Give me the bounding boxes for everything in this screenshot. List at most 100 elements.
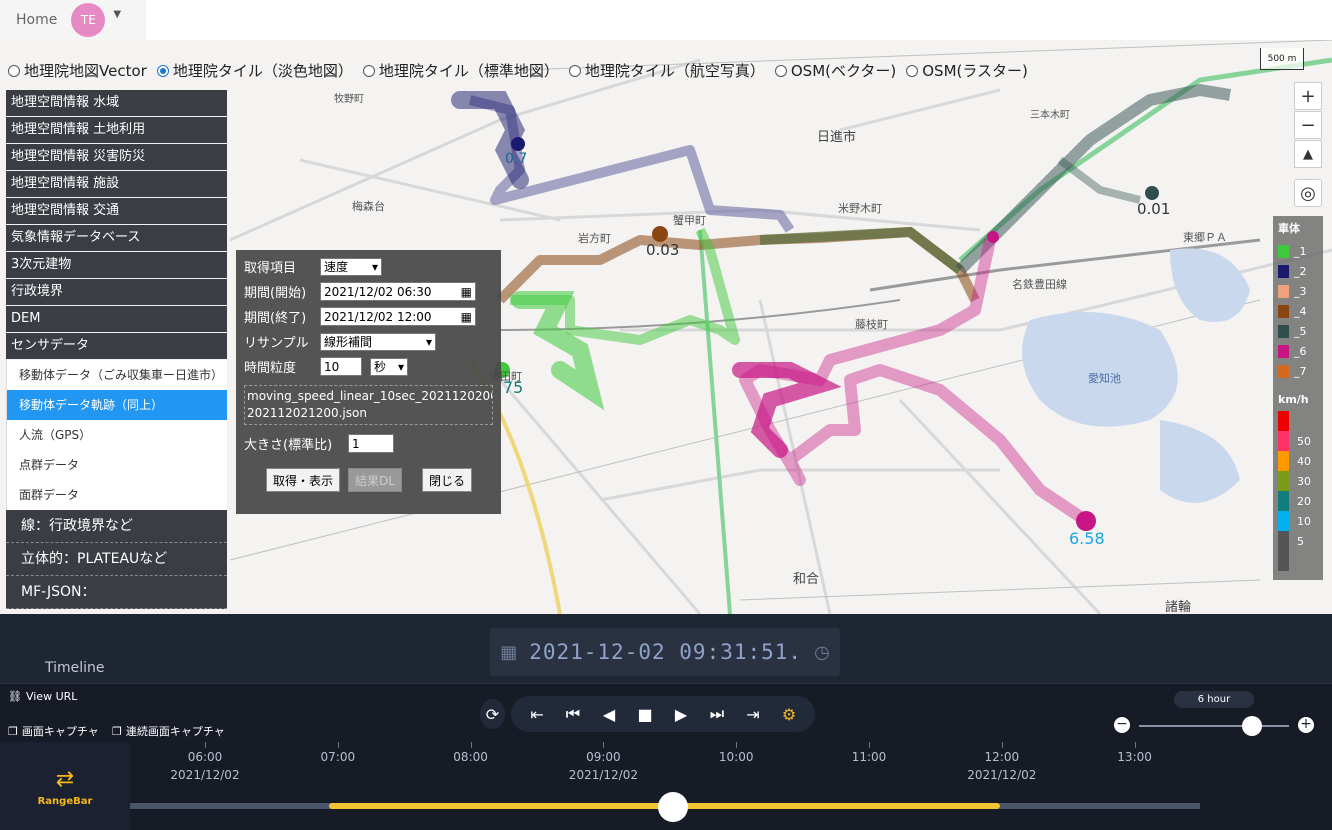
legend-swatch xyxy=(1278,284,1289,298)
start-datetime-input[interactable]: 2021/12/02 06:30 ▦ xyxy=(320,282,476,301)
avatar[interactable]: TE xyxy=(71,3,106,37)
place-label: 米野木町 xyxy=(838,202,882,215)
basemap-option-label: 地理院地図Vector xyxy=(24,62,147,80)
basemap-option-label: 地理院タイル（航空写真） xyxy=(584,62,765,80)
basemap-option[interactable]: OSM(ラスター) xyxy=(906,60,1028,81)
home-link[interactable]: Home xyxy=(16,12,57,28)
granularity-input[interactable]: 10 xyxy=(320,357,362,376)
legend-vehicle-label: _3 xyxy=(1294,284,1307,298)
layer-menu-item[interactable]: 行政境界 xyxy=(6,279,227,305)
map-scale: 500 m xyxy=(1260,48,1304,70)
time-axis[interactable]: 06:00 2021/12/02 07:00 08:00 09:00 2021/12/02… xyxy=(130,742,1200,830)
legend-swatch xyxy=(1278,411,1289,431)
end-datetime-input[interactable]: 2021/12/02 12:00 ▦ xyxy=(320,307,476,326)
radio-button[interactable] xyxy=(774,64,787,77)
place-label: 日進市 xyxy=(817,130,857,145)
zoom-level-label: 6 hour xyxy=(1174,691,1254,708)
skip-forward-icon[interactable]: ⏭ xyxy=(701,698,733,730)
vehicle-value-label: 0.01 xyxy=(1137,200,1171,218)
basemap-option[interactable]: 地理院タイル（航空写真） xyxy=(568,60,765,81)
play-reverse-icon[interactable]: ◀ xyxy=(593,698,625,730)
view-url-label: View URL xyxy=(25,690,78,703)
radio-button[interactable] xyxy=(8,64,20,77)
swap-arrows-icon: ⇄ xyxy=(55,766,75,792)
legend-vehicle-row: _7 xyxy=(1278,361,1318,381)
place-label: 東郷ＰＡ xyxy=(1183,231,1227,244)
basemap-option[interactable]: 地理院タイル（標準地図） xyxy=(362,60,559,81)
clock-icon: ◷ xyxy=(814,641,830,663)
resample-select[interactable]: 線形補間 ▾ xyxy=(320,332,436,351)
layer-menu-item[interactable]: 3次元建物 xyxy=(6,252,227,278)
timeline-zoom-slider[interactable]: − + xyxy=(1114,716,1314,736)
tick-mark xyxy=(470,742,472,748)
layer-menu-item[interactable]: 地理空間情報 災害防災 xyxy=(6,144,227,170)
zoom-knob[interactable] xyxy=(1241,716,1262,736)
skip-back-icon[interactable]: ⏮ xyxy=(557,698,589,730)
legend-vehicle-label: _5 xyxy=(1294,324,1307,338)
zoom-in-icon[interactable]: + xyxy=(1298,717,1314,733)
tick-time-label: 08:00 xyxy=(453,750,488,764)
caret-down-icon[interactable]: ▼ xyxy=(113,9,121,20)
radio-button[interactable] xyxy=(568,64,581,77)
radio-button[interactable] xyxy=(362,64,375,77)
tick-mark xyxy=(869,742,870,748)
place-label: 牧野町 xyxy=(334,94,364,105)
current-time-handle[interactable] xyxy=(658,792,688,822)
layer-menu-item[interactable]: 気象情報データベース xyxy=(6,225,227,251)
layer-sub-item[interactable]: 点群データ xyxy=(6,450,227,480)
legend-vehicle-row: _1 xyxy=(1278,241,1318,261)
settings-icon[interactable]: ⚙ xyxy=(773,698,805,730)
close-button[interactable]: 閉じる xyxy=(421,468,472,492)
playback-controls: ⟳ ⇤ ⏮ ◀ ■ ▶ ⏭ ⇥ ⚙ xyxy=(480,696,815,732)
continuous-capture-button[interactable]: ❐ 連続画面キャプチャ xyxy=(112,723,225,739)
play-icon[interactable]: ▶ xyxy=(665,698,697,730)
fetch-display-button[interactable]: 取得・表示 xyxy=(266,468,341,492)
loop-icon[interactable]: ⟳ xyxy=(480,699,505,729)
stop-icon[interactable]: ■ xyxy=(629,698,661,730)
layer-menu-item[interactable]: 地理空間情報 交通 xyxy=(6,198,227,224)
granularity-unit-select[interactable]: 秒 ▾ xyxy=(370,357,408,376)
jump-start-icon[interactable]: ⇤ xyxy=(521,698,553,730)
layer-group-item[interactable]: 立体的：PLATEAUなど xyxy=(6,543,227,576)
basemap-option[interactable]: 地理院タイル（淡色地図） xyxy=(156,60,353,81)
layer-group-item[interactable]: MF-JSON： xyxy=(6,576,227,609)
zoom-out-button[interactable]: − xyxy=(1294,111,1322,139)
place-label: 諸輪 xyxy=(1165,600,1192,614)
jump-end-icon[interactable]: ⇥ xyxy=(737,698,769,730)
zoom-out-icon[interactable]: − xyxy=(1114,717,1130,733)
layer-group-item[interactable]: 線：行政境界など xyxy=(6,510,227,543)
item-select[interactable]: 速度 ▾ xyxy=(320,257,382,276)
radio-button[interactable] xyxy=(906,64,919,77)
zoom-in-button[interactable]: + xyxy=(1294,82,1322,110)
legend-vehicle-label: _6 xyxy=(1294,344,1307,358)
layer-menu-item[interactable]: センサデータ xyxy=(6,333,227,359)
playback-button-group: ⇤ ⏮ ◀ ■ ▶ ⏭ ⇥ ⚙ xyxy=(511,696,815,732)
basemap-option[interactable]: 地理院地図Vector xyxy=(8,60,147,81)
layer-sub-item[interactable]: 移動体データ（ごみ収集車ー日進市） xyxy=(6,360,227,390)
place-label: 名鉄豊田線 xyxy=(1012,278,1067,291)
layer-menu-item[interactable]: 地理空間情報 土地利用 xyxy=(6,117,227,143)
legend-swatch xyxy=(1278,264,1289,278)
compass-icon[interactable]: ▲ xyxy=(1294,140,1322,168)
capture-button[interactable]: ❐ 画面キャプチャ xyxy=(8,723,99,739)
layer-sub-item[interactable]: 人流（GPS） xyxy=(6,420,227,450)
tick-mark xyxy=(736,742,738,748)
layer-menu-item[interactable]: 地理空間情報 水域 xyxy=(6,90,227,116)
rangebar-button[interactable]: ⇄ RangeBar xyxy=(0,742,130,830)
granularity-label: 時間粒度 xyxy=(244,361,297,376)
download-button[interactable]: 結果DL xyxy=(348,468,402,492)
basemap-option[interactable]: OSM(ベクター) xyxy=(774,60,896,81)
size-input[interactable]: 1 xyxy=(348,434,394,453)
radio-button[interactable] xyxy=(156,64,169,77)
locate-icon[interactable]: ◎ xyxy=(1294,179,1322,207)
view-url-link[interactable]: ⛓ View URL xyxy=(8,690,77,703)
link-icon: ⛓ xyxy=(8,690,22,703)
layer-menu-item[interactable]: DEM xyxy=(6,306,227,332)
layer-menu-item[interactable]: 地理空間情報 施設 xyxy=(6,171,227,197)
legend-speed-label: 50 xyxy=(1297,434,1311,448)
layer-sub-item[interactable]: 面群データ xyxy=(6,480,227,510)
legend-speed-label: 30 xyxy=(1297,474,1311,488)
basemap-option-label: 地理院タイル（標準地図） xyxy=(378,62,559,80)
layer-sub-item[interactable]: 移動体データ軌跡（同上） xyxy=(6,390,227,420)
tick-date-label: 2021/12/02 xyxy=(568,768,638,782)
